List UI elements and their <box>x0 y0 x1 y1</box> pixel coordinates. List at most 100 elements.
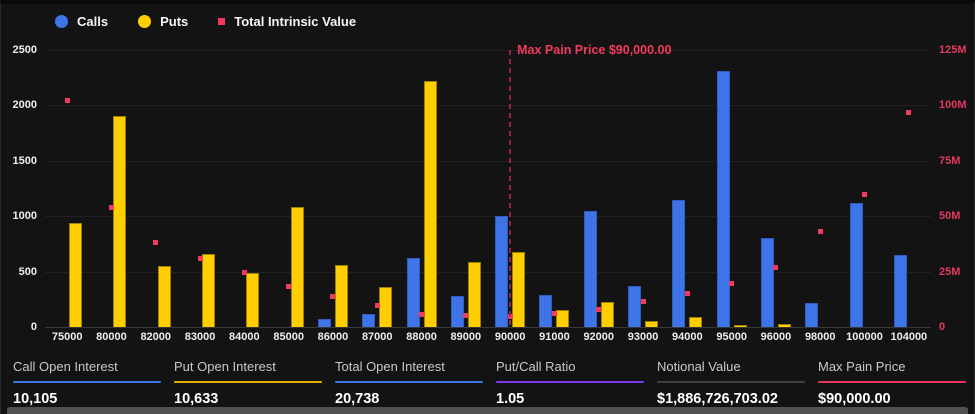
calls-bar-100000[interactable] <box>850 203 863 327</box>
x-axis-label-86000: 86000 <box>311 331 355 343</box>
x-axis-label-104000: 104000 <box>887 331 931 343</box>
calls-bar-93000[interactable] <box>628 286 641 327</box>
intrinsic-value-dot-84000[interactable] <box>242 270 247 275</box>
puts-bar-85000[interactable] <box>291 207 304 327</box>
intrinsic-value-dot-82000[interactable] <box>153 240 158 245</box>
y-axis-right-tick: 75M <box>939 155 960 167</box>
stat-underline <box>335 381 483 383</box>
puts-bar-80000[interactable] <box>113 116 126 327</box>
y-axis-right-tick: 0 <box>939 321 945 333</box>
gridline <box>45 105 931 106</box>
puts-bar-88000[interactable] <box>424 81 437 327</box>
stat-value: $90,000.00 <box>818 391 966 407</box>
x-axis-label-94000: 94000 <box>665 331 709 343</box>
gridline <box>45 161 931 162</box>
puts-bar-84000[interactable] <box>246 273 259 327</box>
puts-bar-83000[interactable] <box>202 254 215 327</box>
calls-bar-92000[interactable] <box>584 211 597 327</box>
x-axis-label-87000: 87000 <box>355 331 399 343</box>
intrinsic-value-dot-89000[interactable] <box>463 313 468 318</box>
x-axis-label-95000: 95000 <box>710 331 754 343</box>
stat-label: Total Open Interest <box>335 355 483 374</box>
calls-bar-96000[interactable] <box>761 238 774 327</box>
puts-bar-90000[interactable] <box>512 252 525 327</box>
stat-label: Notional Value <box>657 355 805 374</box>
puts-bar-96000[interactable] <box>778 324 791 327</box>
max-pain-dashed-line <box>509 50 511 327</box>
calls-bar-87000[interactable] <box>362 314 375 327</box>
stat-value: 20,738 <box>335 391 483 407</box>
puts-bar-93000[interactable] <box>645 321 658 327</box>
intrinsic-value-dot-93000[interactable] <box>641 299 646 304</box>
puts-bar-82000[interactable] <box>158 266 171 327</box>
stat-underline <box>13 381 161 383</box>
x-axis-label-80000: 80000 <box>89 331 133 343</box>
stat-label: Max Pain Price <box>818 355 966 374</box>
y-axis-left-tick: 1500 <box>1 155 37 167</box>
puts-bar-75000[interactable] <box>69 223 82 327</box>
x-axis-label-98000: 98000 <box>798 331 842 343</box>
x-axis-label-90000: 90000 <box>488 331 532 343</box>
puts-bar-87000[interactable] <box>379 287 392 327</box>
x-axis-label-100000: 100000 <box>842 331 886 343</box>
stat-total-open-interest: Total Open Interest 20,738 <box>335 355 483 407</box>
y-axis-left-tick: 1000 <box>1 210 37 222</box>
x-axis-label-82000: 82000 <box>134 331 178 343</box>
stat-put-open-interest: Put Open Interest10,633 <box>174 355 322 407</box>
gridline <box>45 327 931 328</box>
x-axis-label-83000: 83000 <box>178 331 222 343</box>
intrinsic-value-dot-88000[interactable] <box>419 312 424 317</box>
stat-value: 10,105 <box>13 391 161 407</box>
intrinsic-value-dot-94000[interactable] <box>685 291 690 296</box>
intrinsic-value-dot-91000[interactable] <box>552 311 557 316</box>
calls-bar-86000[interactable] <box>318 319 331 327</box>
intrinsic-value-dot-100000[interactable] <box>862 192 867 197</box>
stat-underline <box>818 381 966 383</box>
x-axis-label-84000: 84000 <box>222 331 266 343</box>
puts-bar-94000[interactable] <box>689 317 702 327</box>
calls-bar-89000[interactable] <box>451 296 464 327</box>
y-axis-left-tick: 2000 <box>1 99 37 111</box>
intrinsic-value-dot-75000[interactable] <box>65 98 70 103</box>
calls-bar-88000[interactable] <box>407 258 420 327</box>
y-axis-right-tick: 50M <box>939 210 960 222</box>
gridline <box>45 50 931 51</box>
y-axis-left-tick: 500 <box>1 266 37 278</box>
intrinsic-value-dot-85000[interactable] <box>286 284 291 289</box>
x-axis-label-75000: 75000 <box>45 331 89 343</box>
intrinsic-value-dot-98000[interactable] <box>818 229 823 234</box>
puts-bar-95000[interactable] <box>734 325 747 327</box>
stat-underline <box>496 381 644 383</box>
intrinsic-value-dot-80000[interactable] <box>109 205 114 210</box>
stats-bar: Call Open Interest 10,105 Put Open Interes… <box>13 355 966 407</box>
calls-bar-90000[interactable] <box>495 216 508 327</box>
y-axis-left-tick: 0 <box>1 321 37 333</box>
gridline <box>45 272 931 273</box>
puts-bar-92000[interactable] <box>601 302 614 327</box>
x-axis-label-93000: 93000 <box>621 331 665 343</box>
max-pain-annotation: Max Pain Price $90,000.00 <box>517 43 671 57</box>
stat-label: Put/Call Ratio <box>496 355 644 374</box>
chart-plot-area: 2500125M2000100M150075M100050M50025M0075… <box>1 4 975 349</box>
intrinsic-value-dot-87000[interactable] <box>375 303 380 308</box>
x-axis-label-89000: 89000 <box>444 331 488 343</box>
puts-bar-86000[interactable] <box>335 265 348 327</box>
puts-bar-89000[interactable] <box>468 262 481 327</box>
intrinsic-value-dot-86000[interactable] <box>330 294 335 299</box>
stat-underline <box>174 381 322 383</box>
x-axis-label-85000: 85000 <box>267 331 311 343</box>
calls-bar-95000[interactable] <box>717 71 730 327</box>
calls-bar-104000[interactable] <box>894 255 907 327</box>
intrinsic-value-dot-95000[interactable] <box>729 281 734 286</box>
stat-max-pain-price: Max Pain Price $90,000.00 <box>818 355 966 407</box>
intrinsic-value-dot-96000[interactable] <box>773 265 778 270</box>
calls-bar-98000[interactable] <box>805 303 818 327</box>
calls-bar-94000[interactable] <box>672 200 685 327</box>
intrinsic-value-dot-83000[interactable] <box>198 256 203 261</box>
x-axis-label-92000: 92000 <box>577 331 621 343</box>
calls-bar-91000[interactable] <box>539 295 552 327</box>
puts-bar-91000[interactable] <box>556 310 569 327</box>
stat-label: Call Open Interest <box>13 355 161 374</box>
intrinsic-value-dot-92000[interactable] <box>596 307 601 312</box>
intrinsic-value-dot-104000[interactable] <box>906 110 911 115</box>
